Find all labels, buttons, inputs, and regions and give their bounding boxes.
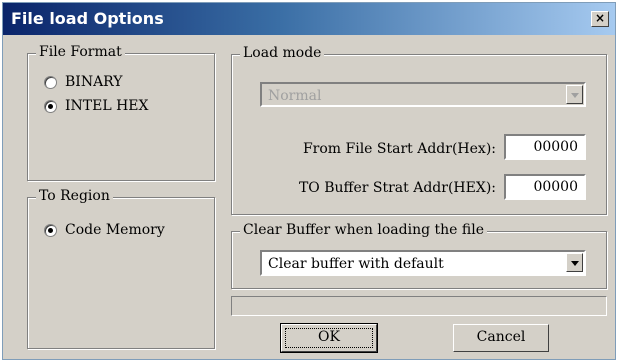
binary-radio-option[interactable]: BINARY	[44, 74, 123, 90]
load-mode-legend: Load mode	[240, 45, 325, 61]
load-mode-value: Normal	[268, 88, 322, 104]
chevron-down-icon[interactable]	[566, 85, 583, 104]
code-memory-radio-button[interactable]	[44, 223, 57, 237]
intel-hex-radio-button[interactable]	[44, 99, 57, 113]
chevron-down-icon[interactable]	[566, 253, 583, 272]
code-memory-radio-option[interactable]: Code Memory	[44, 222, 165, 238]
ok-button[interactable]: OK	[280, 323, 378, 353]
title-bar[interactable]: File load Options ×	[3, 3, 615, 35]
binary-radio-button[interactable]	[44, 75, 57, 89]
intel-hex-radio-label: INTEL HEX	[65, 98, 149, 114]
load-mode-dropdown[interactable]: Normal	[260, 82, 586, 107]
clear-buffer-group: Clear Buffer when loading the file Clear…	[231, 222, 607, 289]
file-load-options-dialog: File load Options × File Format BINARY I…	[2, 2, 616, 360]
ok-button-label: OK	[318, 329, 340, 345]
status-bar	[231, 296, 607, 316]
start-addr-input[interactable]: 00000	[504, 134, 586, 160]
clear-buffer-dropdown[interactable]: Clear buffer with default	[260, 250, 586, 276]
code-memory-radio-label: Code Memory	[65, 222, 165, 238]
intel-hex-radio-option[interactable]: INTEL HEX	[44, 98, 148, 114]
clear-buffer-legend: Clear Buffer when loading the file	[240, 222, 487, 238]
file-format-legend: File Format	[36, 44, 125, 60]
load-mode-group: Load mode Normal From File Start Addr(He…	[231, 45, 607, 215]
close-icon: ×	[594, 11, 606, 25]
to-region-legend: To Region	[36, 188, 113, 204]
file-format-group: File Format BINARY INTEL HEX	[27, 44, 215, 181]
close-button[interactable]: ×	[591, 11, 609, 27]
clear-buffer-value: Clear buffer with default	[268, 256, 444, 272]
to-region-group: To Region Code Memory	[27, 188, 215, 349]
buffer-addr-input[interactable]: 00000	[504, 174, 586, 200]
cancel-button-label: Cancel	[476, 329, 526, 345]
cancel-button[interactable]: Cancel	[453, 324, 549, 352]
dialog-title: File load Options	[11, 9, 164, 28]
buffer-addr-label: TO Buffer Strat Addr(HEX):	[298, 180, 496, 196]
start-addr-label: From File Start Addr(Hex):	[302, 141, 496, 157]
binary-radio-label: BINARY	[65, 74, 123, 90]
